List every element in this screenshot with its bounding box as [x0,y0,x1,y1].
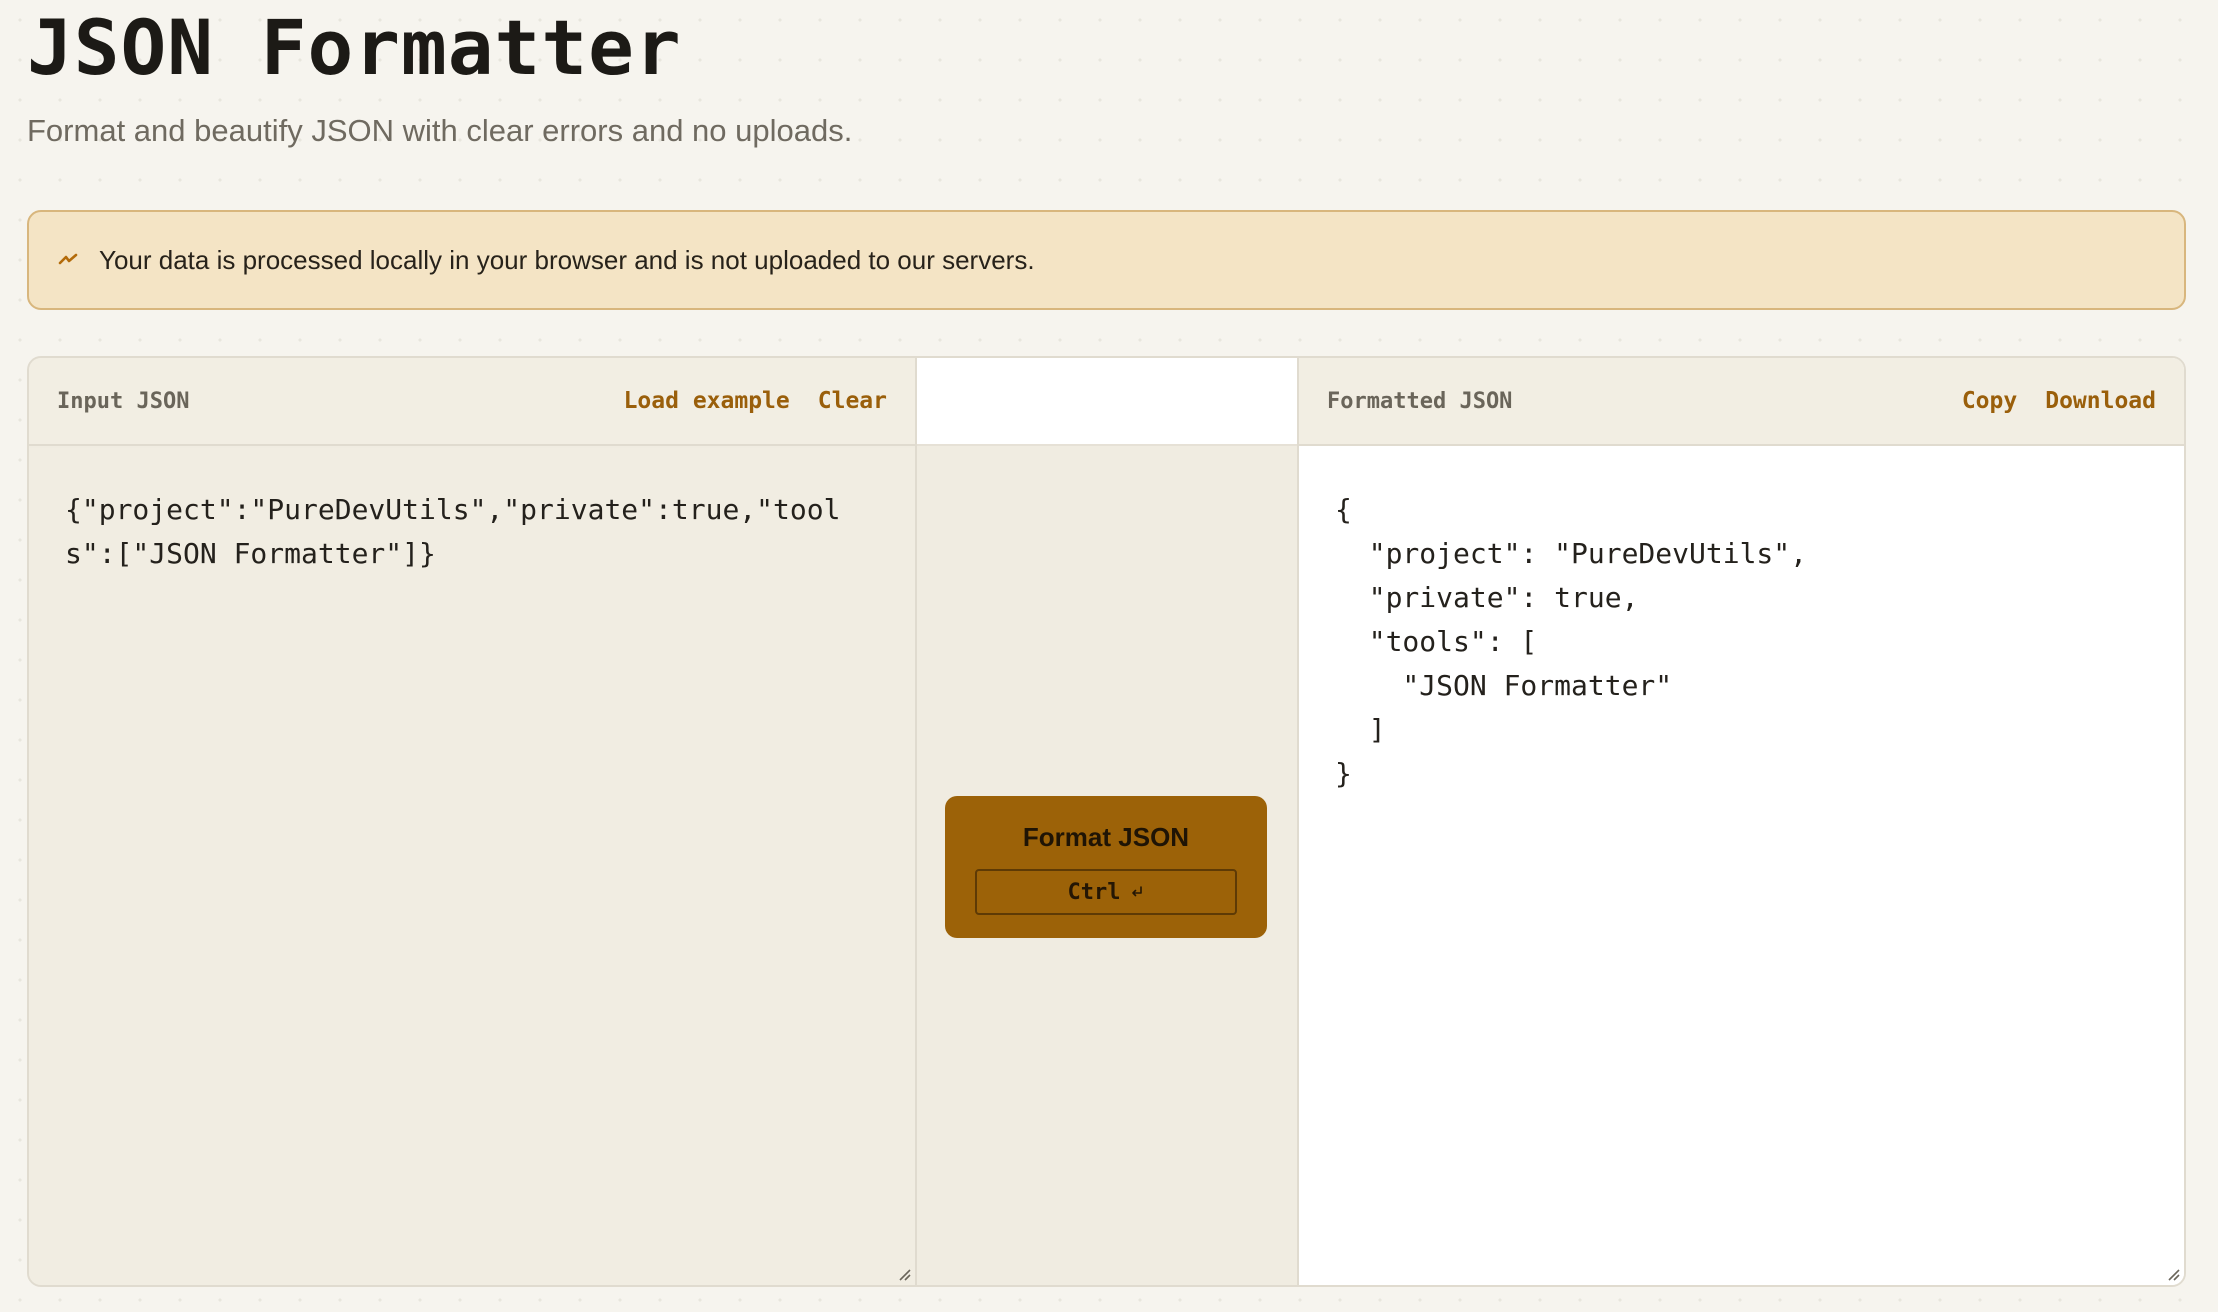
output-pane-header: Formatted JSON Copy Download [1299,358,2184,446]
resize-handle-icon[interactable] [895,1265,911,1281]
json-input-textarea[interactable]: {"project":"PureDevUtils","private":true… [29,448,915,1285]
format-json-label: Format JSON [1022,822,1190,852]
keyboard-shortcut-hint: Ctrl [975,869,1237,915]
enter-icon [1130,880,1144,905]
input-pane-label: Input JSON [57,388,190,414]
output-pane: Formatted JSON Copy Download { "project"… [1297,358,2184,1285]
output-pane-actions: Copy Download [1962,388,2156,414]
download-button[interactable]: Download [2045,388,2156,414]
input-pane-header: Input JSON Load example Clear [29,358,915,446]
action-column-header [917,358,1297,446]
page-title: JSON Formatter [27,3,682,92]
privacy-notice: Your data is processed locally in your b… [27,210,2186,310]
formatted-json-output[interactable]: { "project": "PureDevUtils", "private": … [1299,448,2184,1285]
load-example-button[interactable]: Load example [624,388,790,414]
lightning-icon [57,249,79,271]
input-pane: Input JSON Load example Clear {"project"… [29,358,917,1285]
page-subtitle: Format and beautify JSON with clear erro… [27,113,853,148]
output-pane-label: Formatted JSON [1327,388,1513,414]
privacy-notice-text: Your data is processed locally in your b… [99,244,1035,275]
clear-button[interactable]: Clear [818,388,887,414]
action-column: Format JSON Ctrl [917,358,1297,1285]
formatter-workspace: Input JSON Load example Clear {"project"… [27,356,2186,1287]
resize-handle-icon[interactable] [2164,1265,2180,1281]
copy-button[interactable]: Copy [1962,388,2017,414]
input-pane-actions: Load example Clear [624,388,887,414]
shortcut-key: Ctrl [1067,879,1121,905]
format-json-button[interactable]: Format JSON Ctrl [945,796,1267,938]
